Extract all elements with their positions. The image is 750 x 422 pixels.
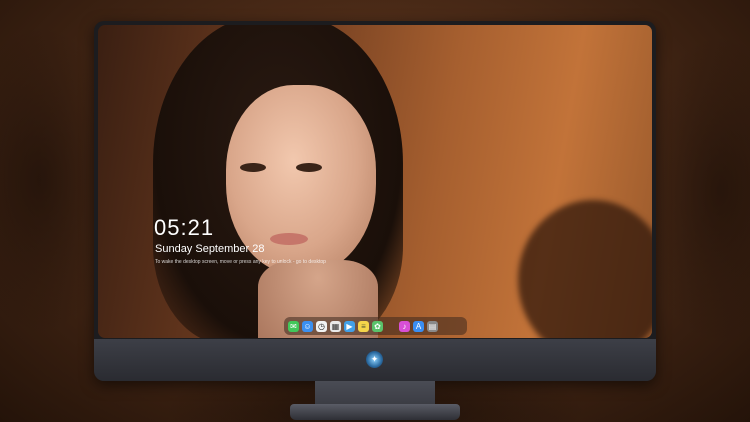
clock-icon[interactable]: ◷: [316, 320, 327, 332]
messages-icon[interactable]: ✉: [288, 320, 299, 332]
video-icon[interactable]: ▶: [344, 320, 355, 332]
monitor-stand-base: [290, 404, 460, 420]
wallpaper-lips: [270, 233, 308, 245]
lock-hint: To wake the desktop screen, move or pres…: [155, 259, 326, 265]
music-icon[interactable]: ♪: [399, 320, 410, 332]
wallpaper-eye-right: [296, 163, 322, 172]
monitor: 05:21 Sunday September 28 To wake the de…: [94, 21, 656, 381]
wallpaper-shadow: [518, 200, 652, 338]
photos-icon[interactable]: ✿: [372, 320, 383, 332]
lock-date: Sunday September 28: [155, 243, 265, 255]
wallpaper-eye-left: [240, 163, 266, 172]
files-icon[interactable]: ▤: [427, 320, 438, 332]
finder-icon[interactable]: ☺: [302, 320, 313, 332]
lock-screen[interactable]: 05:21 Sunday September 28 To wake the de…: [98, 25, 652, 338]
brand-logo-icon: ✦: [366, 351, 383, 368]
notes-icon[interactable]: ≡: [358, 320, 369, 332]
appstore-icon[interactable]: A: [413, 320, 424, 332]
dock: ✉ ☺ ◷ ▦ ▶ ≡ ✿ ♪ A ▤: [284, 317, 467, 335]
lock-clock: 05:21: [154, 215, 215, 240]
calendar-icon[interactable]: ▦: [330, 320, 341, 332]
